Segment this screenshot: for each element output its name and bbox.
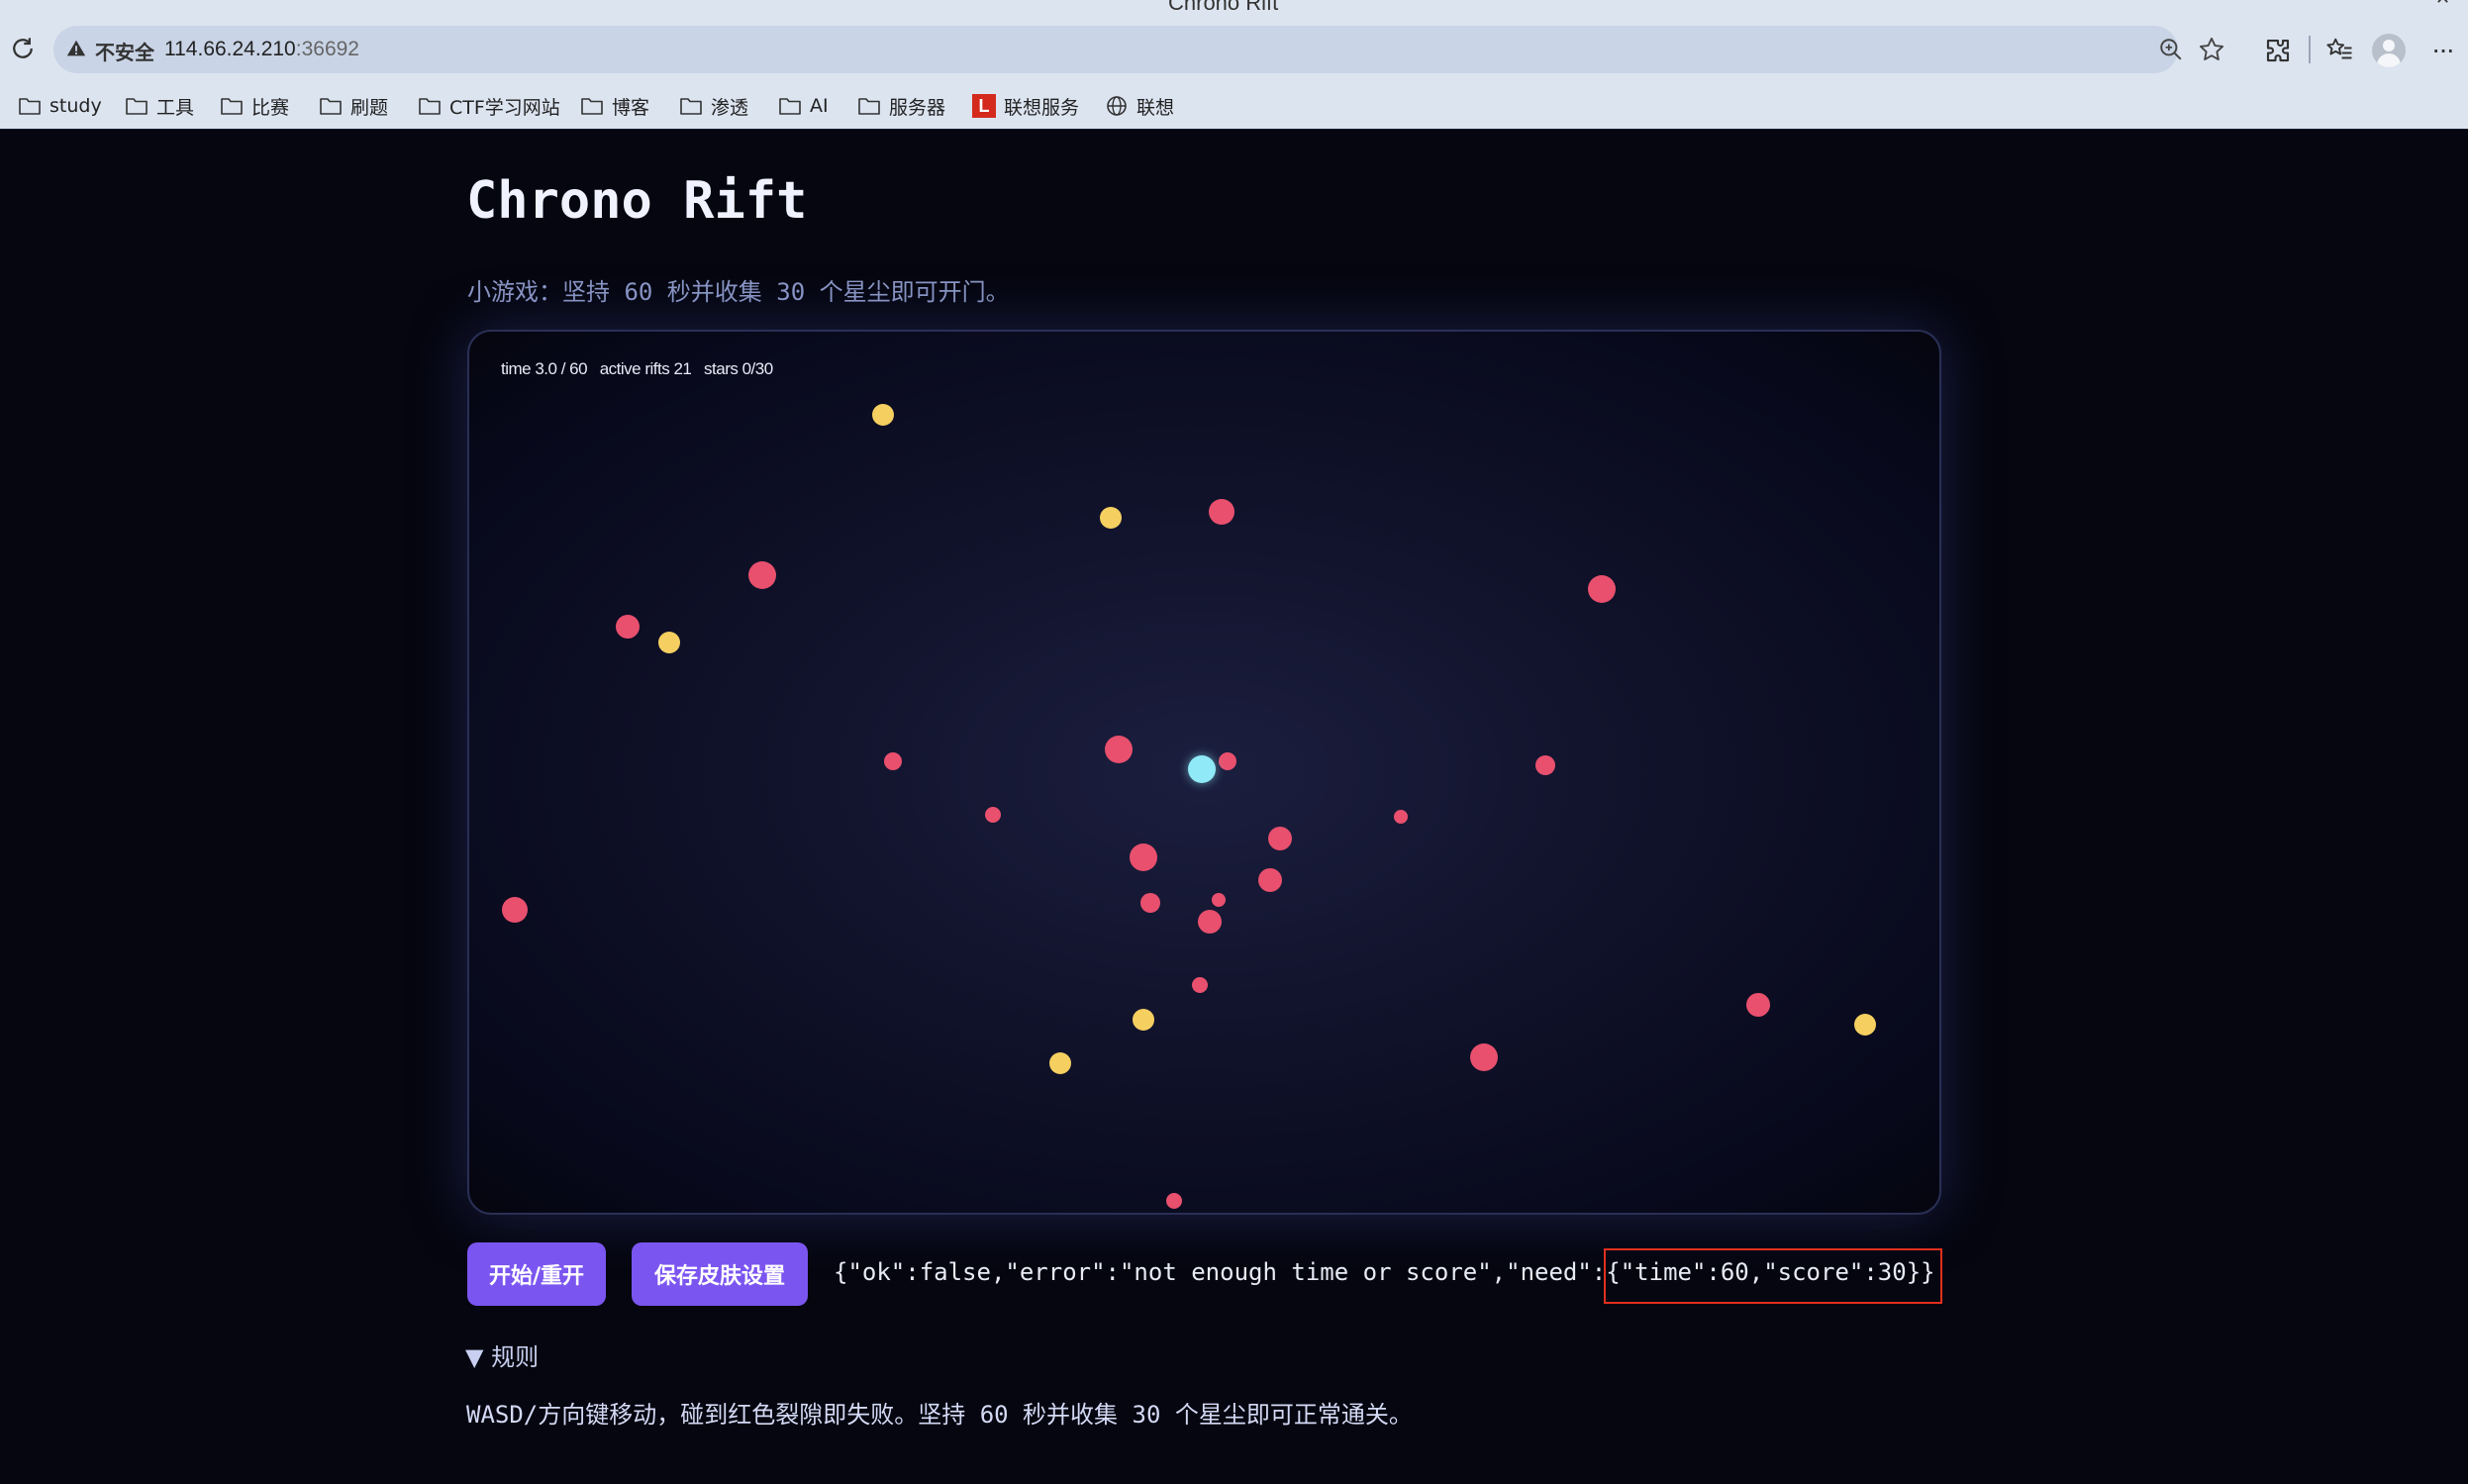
response-prefix: {"ok":false,"error":"not enough time or … [834, 1258, 1607, 1286]
bookmark-label: 比赛 [251, 96, 290, 119]
rift-hazard [1166, 1193, 1182, 1209]
reload-icon[interactable] [8, 34, 38, 63]
folder-icon [778, 95, 810, 117]
folder-icon [18, 95, 49, 117]
rift-hazard [748, 561, 776, 589]
rift-hazard [1198, 910, 1222, 934]
bookmarks-bar: study 工具 比赛 刷题 CTF学习网站 博客 渗透 AI 服务器 L 联想服务 联想 [0, 83, 2468, 129]
folder-icon [125, 95, 156, 117]
folder-icon [580, 95, 612, 117]
bookmark-label: 联想服务 [1004, 96, 1080, 119]
stardust-pickup [658, 632, 680, 653]
bookmark-item[interactable]: CTF学习网站 [418, 89, 560, 123]
rules-text: WASD/方向键移动，碰到红色裂隙即失败。坚持 60 秒并收集 30 个星尘即可… [466, 1401, 1413, 1429]
close-icon[interactable]: ✕ [2435, 0, 2450, 9]
rift-hazard [1130, 843, 1157, 871]
bookmark-label: study [49, 95, 102, 117]
url-host: 114.66.24.210 [164, 38, 296, 60]
folder-icon [857, 95, 889, 117]
bookmark-item[interactable]: 服务器 [857, 89, 945, 123]
rift-hazard [1470, 1043, 1498, 1071]
bookmark-label: AI [810, 95, 829, 117]
rift-hazard [1209, 499, 1234, 525]
address-bar[interactable]: 不安全 114.66.24.210:36692 [53, 26, 2224, 73]
avatar-body [2377, 53, 2401, 67]
bookmark-item[interactable]: study [18, 89, 102, 123]
rift-hazard [1394, 810, 1408, 824]
security-label[interactable]: 不安全 [95, 37, 154, 65]
page-subtitle: 小游戏：坚持 60 秒并收集 30 个星尘即可开门。 [467, 278, 1010, 306]
bookmark-label: 博客 [612, 96, 650, 119]
bookmark-star-icon[interactable] [2198, 36, 2225, 63]
stardust-pickup [872, 404, 894, 426]
rift-hazard [1258, 868, 1282, 892]
stardust-pickup [1133, 1009, 1154, 1031]
stardust-pickup [1100, 507, 1122, 529]
save-skin-button[interactable]: 保存皮肤设置 [632, 1242, 808, 1306]
rules-toggle[interactable]: ▼ 规则 [465, 1337, 539, 1372]
stardust-pickup [1049, 1052, 1071, 1074]
game-entities [469, 332, 1939, 1213]
rift-hazard [1105, 736, 1133, 763]
avatar-head [2383, 40, 2395, 51]
bookmark-item[interactable]: 联想 [1105, 89, 1174, 123]
page-title: Chrono Rift [466, 171, 808, 231]
bookmark-item[interactable]: 工具 [125, 89, 194, 123]
rift-hazard [502, 897, 528, 923]
bookmark-label: 渗透 [711, 96, 749, 119]
page-content: Chrono Rift 小游戏：坚持 60 秒并收集 30 个星尘即可开门。 t… [0, 129, 2468, 1484]
globe-icon [1105, 94, 1136, 118]
bookmark-label: CTF学习网站 [449, 96, 560, 119]
folder-icon [220, 95, 251, 117]
bookmark-item[interactable]: 比赛 [220, 89, 289, 123]
start-restart-button[interactable]: 开始/重开 [467, 1242, 606, 1306]
bookmark-label: 工具 [156, 96, 195, 119]
bookmark-item[interactable]: 博客 [580, 89, 649, 123]
more-menu-icon[interactable]: ··· [2431, 34, 2455, 65]
folder-icon [679, 95, 711, 117]
rift-hazard [884, 752, 902, 770]
toolbar: 不安全 114.66.24.210:36692 ··· [0, 14, 2468, 83]
bookmark-item[interactable]: L 联想服务 [972, 89, 1079, 123]
lenovo-l-icon: L [972, 94, 996, 118]
rift-hazard [1192, 977, 1208, 993]
rift-hazard [1219, 752, 1236, 770]
extensions-icon[interactable] [2263, 36, 2293, 65]
bookmark-label: 联想 [1136, 96, 1175, 119]
folder-icon [319, 95, 350, 117]
bookmark-item[interactable]: AI [778, 89, 829, 123]
rift-hazard [1212, 893, 1226, 907]
rift-hazard [1535, 755, 1555, 775]
bookmark-item[interactable]: 渗透 [679, 89, 748, 123]
toolbar-divider [2309, 36, 2311, 63]
rift-hazard [1588, 575, 1616, 603]
profile-avatar[interactable] [2372, 34, 2406, 67]
folder-icon [418, 95, 449, 117]
rift-hazard [1268, 827, 1292, 850]
warning-icon[interactable] [65, 38, 87, 59]
rift-hazard [616, 615, 640, 639]
annotation-highlight-box [1604, 1248, 1942, 1304]
window-titlebar: Chrono Rift ✕ [0, 0, 2468, 15]
player-avatar [1188, 755, 1216, 783]
rift-hazard [985, 807, 1001, 823]
zoom-icon[interactable] [2158, 37, 2184, 62]
rift-hazard [1746, 993, 1770, 1017]
bookmark-label: 刷题 [350, 96, 389, 119]
game-canvas[interactable]: time 3.0 / 60 active rifts 21 stars 0/30 [467, 330, 1941, 1215]
rift-hazard [1140, 893, 1160, 913]
stardust-pickup [1854, 1014, 1876, 1036]
bookmark-item[interactable]: 刷题 [319, 89, 388, 123]
bookmark-label: 服务器 [889, 96, 946, 119]
url-text[interactable]: 114.66.24.210:36692 [164, 38, 359, 61]
favorites-icon[interactable] [2324, 36, 2354, 65]
url-port: :36692 [295, 38, 359, 60]
